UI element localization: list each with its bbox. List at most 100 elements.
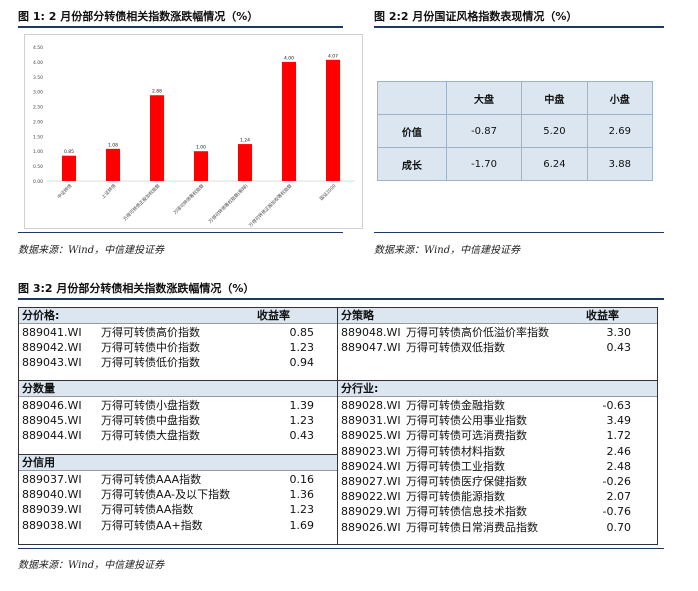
index-code: 889047.WI bbox=[341, 341, 401, 355]
table-row: 889028.WI 万得可转债金融指数 -0.63 bbox=[338, 398, 657, 413]
table-cell: 2.69 bbox=[586, 114, 654, 148]
table-cell: 5.20 bbox=[521, 114, 588, 148]
table-row: 889045.WI 万得可转债中盘指数 1.23 bbox=[19, 413, 337, 428]
bar-value-label: 0.85 bbox=[64, 149, 74, 155]
index-return: 1.39 bbox=[289, 399, 315, 412]
index-name: 万得可转债材料指数 bbox=[406, 444, 505, 458]
fig2-title-rule bbox=[374, 26, 664, 28]
index-name: 万得可转债金融指数 bbox=[406, 399, 505, 412]
index-name: 万得可转债大盘指数 bbox=[101, 429, 200, 443]
y-tick-label: 0.50 bbox=[33, 164, 43, 170]
table-header-row: 大盘 中盘 小盘 bbox=[377, 81, 654, 115]
x-tick-label: 万得可转债正股加权等权指数 bbox=[247, 182, 294, 228]
right-column: 分策略 收益率 889048.WI 万得可转债高价低溢价率指数 3.30 889047.W… bbox=[338, 308, 657, 544]
table-row: 889048.WI 万得可转债高价低溢价率指数 3.30 bbox=[338, 325, 657, 340]
index-name: 万得可转债中价指数 bbox=[101, 341, 200, 355]
index-name: 万得可转债小盘指数 bbox=[101, 399, 200, 412]
index-return: 2.48 bbox=[606, 459, 632, 473]
table-row: 889041.WI 万得可转债高价指数 0.85 bbox=[19, 325, 337, 340]
index-code: 889044.WI bbox=[22, 429, 82, 443]
index-name: 万得可转债AA+指数 bbox=[101, 518, 203, 532]
table-row: 889027.WI 万得可转债医疗保健指数 -0.26 bbox=[338, 474, 657, 489]
index-return: 0.43 bbox=[289, 429, 315, 443]
bar-value-label: 1.24 bbox=[240, 138, 250, 144]
table-header-cell: 中盘 bbox=[521, 81, 588, 115]
bar-value-label: 4.07 bbox=[328, 53, 338, 59]
table-corner-cell bbox=[377, 81, 447, 115]
fig2-title: 图 2:2 月份国证风格指数表现情况（%） bbox=[374, 10, 578, 23]
index-code: 889042.WI bbox=[22, 341, 82, 355]
yield-column-header: 收益率 bbox=[586, 309, 619, 322]
index-return: 2.07 bbox=[606, 490, 632, 504]
index-code: 889027.WI bbox=[341, 475, 401, 488]
y-tick-label: 4.50 bbox=[33, 45, 43, 51]
index-return: 2.46 bbox=[606, 444, 632, 458]
bar bbox=[281, 61, 297, 182]
index-code: 889029.WI bbox=[341, 505, 401, 519]
fig1-chart: 0.00 0.50 1.00 1.50 2.00 2.50 3.00 3.50 4.00 4.50… bbox=[24, 34, 363, 229]
index-code: 889022.WI bbox=[341, 490, 401, 504]
fig1-title: 图 1: 2 月份部分转债相关指数涨跌幅情况（%） bbox=[18, 10, 259, 23]
fig1-bottom-rule bbox=[18, 232, 343, 233]
table-cell: 3.88 bbox=[586, 147, 654, 181]
section-header: 分数量 bbox=[19, 381, 337, 397]
index-code: 889048.WI bbox=[341, 326, 401, 339]
section-header: 分行业: bbox=[338, 381, 657, 397]
left-column: 分价格: 收益率 889041.WI 万得可转债高价指数 0.85 889042.WI 万得… bbox=[19, 308, 338, 544]
section-title: 分策略 bbox=[341, 309, 374, 322]
index-return: 1.23 bbox=[289, 341, 315, 355]
index-code: 889028.WI bbox=[341, 399, 401, 412]
index-return: -0.63 bbox=[602, 399, 631, 412]
section-title: 分行业: bbox=[341, 382, 379, 395]
fig2-source: 数据来源：Wind，中信建投证券 bbox=[374, 245, 521, 256]
table-cell: 6.24 bbox=[521, 147, 588, 181]
index-name: 万得可转债日常消费品指数 bbox=[406, 520, 538, 534]
index-name: 万得可转债AAA指数 bbox=[101, 473, 202, 486]
index-code: 889041.WI bbox=[22, 326, 82, 339]
x-tick-label: 国证2000 bbox=[318, 182, 338, 202]
index-name: 万得可转债高价低溢价率指数 bbox=[406, 326, 549, 339]
table-row: 889046.WI 万得可转债小盘指数 1.39 bbox=[19, 398, 337, 413]
index-return: 3.49 bbox=[606, 414, 632, 428]
table-row: 889026.WI 万得可转债日常消费品指数 0.70 bbox=[338, 520, 657, 535]
table-cell: -0.87 bbox=[445, 114, 523, 148]
table-row: 889037.WI 万得可转债AAA指数 0.16 bbox=[19, 472, 337, 487]
table-row: 889042.WI 万得可转债中价指数 1.23 bbox=[19, 340, 337, 355]
convertible-index-table: 分价格: 收益率 889041.WI 万得可转债高价指数 0.85 889042.WI 万得… bbox=[18, 307, 658, 545]
y-tick-label: 3.00 bbox=[33, 90, 43, 96]
table-row: 889038.WI 万得可转债AA+指数 1.69 bbox=[19, 518, 337, 533]
y-tick-label: 4.00 bbox=[33, 60, 43, 66]
x-tick-label: 中证转债 bbox=[56, 182, 74, 200]
fig3-title-rule bbox=[18, 298, 664, 300]
fig2-bottom-rule bbox=[374, 232, 664, 233]
section-title: 分数量 bbox=[22, 382, 55, 395]
bar-value-label: 1.08 bbox=[108, 142, 118, 148]
index-return: 3.30 bbox=[606, 326, 632, 339]
section-divider bbox=[338, 380, 657, 381]
section-title: 分价格: bbox=[22, 309, 60, 322]
bar-value-label: 1.00 bbox=[196, 145, 206, 151]
x-tick-label: 上证转债 bbox=[100, 182, 118, 200]
index-name: 万得可转债中盘指数 bbox=[101, 414, 200, 428]
index-name: 万得可转债低价指数 bbox=[101, 356, 200, 370]
fig3-title: 图 3:2 月份部分转债相关指数涨跌幅情况（%） bbox=[18, 282, 255, 295]
x-tick-label: 万得可转债正股加权指数 bbox=[121, 182, 161, 222]
index-name: 万得可转债AA-及以下指数 bbox=[101, 488, 231, 502]
bar-chart: 0.00 0.50 1.00 1.50 2.00 2.50 3.00 3.50 4.00 4.50… bbox=[33, 45, 355, 229]
y-tick-label: 2.50 bbox=[33, 105, 43, 111]
y-tick-label: 1.00 bbox=[33, 149, 43, 155]
y-tick-label: 0.00 bbox=[33, 179, 43, 185]
section-divider bbox=[19, 454, 337, 455]
section-header: 分信用 bbox=[19, 455, 337, 471]
table-row: 889024.WI 万得可转债工业指数 2.48 bbox=[338, 459, 657, 474]
bar bbox=[325, 59, 341, 181]
index-return: 0.43 bbox=[606, 341, 632, 355]
index-return: 1.23 bbox=[289, 414, 315, 428]
index-return: 0.85 bbox=[289, 326, 315, 339]
table-row: 889043.WI 万得可转债低价指数 0.94 bbox=[19, 355, 337, 370]
x-tick-label: 万得可转债等权指数 bbox=[172, 182, 206, 216]
index-name: 万得可转债医疗保健指数 bbox=[406, 475, 527, 488]
x-tick-label: 万得可转债等权指数(剔除) bbox=[207, 182, 250, 225]
index-name: 万得可转债能源指数 bbox=[406, 490, 505, 504]
bar bbox=[237, 144, 253, 181]
